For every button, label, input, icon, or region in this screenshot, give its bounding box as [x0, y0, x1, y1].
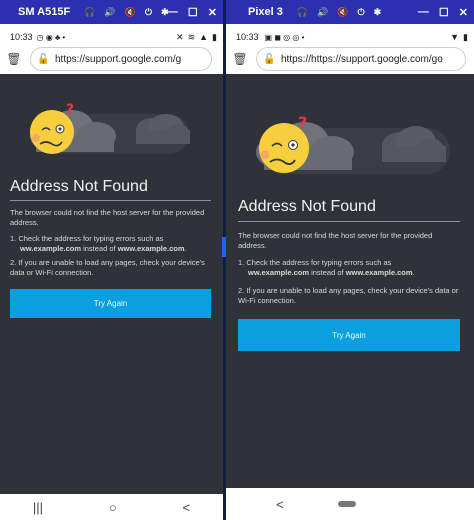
right-emulator-window: Pixel 3 🎧 🔊 🔇 ⏻ ✱ — ☐ ✕ 10:33 ▣ ◼ ◎ ◎ • … [226, 0, 474, 520]
maximize-icon[interactable]: ☐ [188, 6, 198, 19]
divider [10, 200, 211, 201]
home-pill[interactable] [337, 501, 356, 507]
back-button[interactable]: < [276, 497, 284, 512]
trash-icon[interactable]: 🗑 [232, 52, 248, 66]
status-notification-icons: ◷ ◉ ♣ • [36, 32, 66, 42]
suggestion-1: 1. Check the address for typing errors s… [10, 234, 187, 253]
back-button[interactable]: < [182, 500, 190, 515]
maximize-icon[interactable]: ☐ [439, 6, 449, 19]
android-nav-bar: < [226, 488, 474, 520]
window-title: Pixel 3 [248, 6, 283, 18]
browser-toolbar: 🗑 🔓 https://https://support.google.com/g… [226, 46, 474, 72]
suggestion-2: 2. If you are unable to load any pages, … [238, 286, 459, 305]
android-nav-bar: ||| ○ < [0, 494, 223, 520]
status-bar: 10:33 ▣ ◼ ◎ ◎ • ▼ ▮ [236, 30, 468, 44]
headphones-icon[interactable]: 🎧 [84, 7, 95, 18]
recents-button[interactable]: ||| [33, 500, 43, 515]
status-bar: 10:33 ◷ ◉ ♣ • ✕ ≋ ▲ ▮ [10, 30, 217, 44]
minimize-icon[interactable]: — [167, 6, 178, 18]
status-time: 10:33 [236, 32, 259, 42]
window-title: SM A515F [18, 6, 71, 18]
left-emulator-window: SM A515F 🎧 🔊 🔇 ⏻ ✱ — ☐ ✕ 10:33 ◷ ◉ ♣ • ✕… [0, 0, 223, 520]
left-titlebar: SM A515F 🎧 🔊 🔇 ⏻ ✱ — ☐ ✕ [0, 0, 223, 24]
url-text: https://https://support.google.com/go [281, 53, 443, 65]
signal-icon: ▲ [199, 31, 209, 42]
close-icon[interactable]: ✕ [208, 6, 217, 19]
status-notification-icons: ▣ ◼ ◎ ◎ • [264, 32, 305, 42]
minimize-icon[interactable]: — [418, 6, 429, 18]
settings-icon[interactable]: ✱ [374, 7, 382, 18]
divider [238, 221, 460, 222]
home-button[interactable]: ○ [109, 500, 117, 515]
mute-status-icon: ✕ [176, 31, 184, 42]
headphones-icon[interactable]: 🎧 [297, 7, 308, 18]
power-icon[interactable]: ⏻ [358, 7, 365, 18]
page-heading: Address Not Found [238, 198, 376, 215]
suggestion-2: 2. If you are unable to load any pages, … [10, 258, 205, 277]
wifi-icon: ≋ [187, 31, 196, 42]
error-page: ? Address Not Found The browser could no… [226, 74, 474, 488]
right-titlebar: Pixel 3 🎧 🔊 🔇 ⏻ ✱ — ☐ ✕ [226, 0, 474, 24]
volume-icon[interactable]: 🔊 [104, 7, 115, 18]
mute-icon[interactable]: 🔇 [125, 7, 136, 18]
mute-icon[interactable]: 🔇 [337, 7, 348, 18]
error-page: ? Address Not Found The browser could no… [0, 74, 223, 494]
insecure-lock-icon: 🔓 [263, 53, 276, 65]
error-illustration: ? [256, 113, 450, 174]
suggestion-1: 1. Check the address for typing errors s… [238, 258, 415, 277]
error-description: The browser could not find the host serv… [238, 231, 433, 250]
power-icon[interactable]: ⏻ [145, 7, 152, 18]
svg-text:?: ? [298, 113, 307, 132]
close-icon[interactable]: ✕ [459, 6, 468, 19]
battery-icon: ▮ [463, 31, 468, 42]
try-again-button[interactable]: Try Again [10, 289, 211, 318]
battery-icon: ▮ [212, 31, 217, 42]
insecure-lock-icon: 🔓 [37, 53, 50, 65]
try-again-button[interactable]: Try Again [238, 319, 460, 351]
page-heading: Address Not Found [10, 178, 148, 195]
error-description: The browser could not find the host serv… [10, 208, 205, 227]
wifi-icon: ▼ [450, 31, 460, 42]
url-bar[interactable]: 🔓 https://support.google.com/g [30, 47, 212, 71]
volume-icon[interactable]: 🔊 [317, 7, 328, 18]
url-bar[interactable]: 🔓 https://https://support.google.com/go [256, 47, 466, 71]
url-text: https://support.google.com/g [55, 53, 182, 65]
browser-toolbar: 🗑 🔓 https://support.google.com/g [0, 46, 223, 72]
error-illustration: ? [30, 102, 190, 154]
svg-text:?: ? [66, 102, 74, 118]
status-time: 10:33 [10, 32, 33, 42]
trash-icon[interactable]: 🗑 [6, 52, 22, 66]
